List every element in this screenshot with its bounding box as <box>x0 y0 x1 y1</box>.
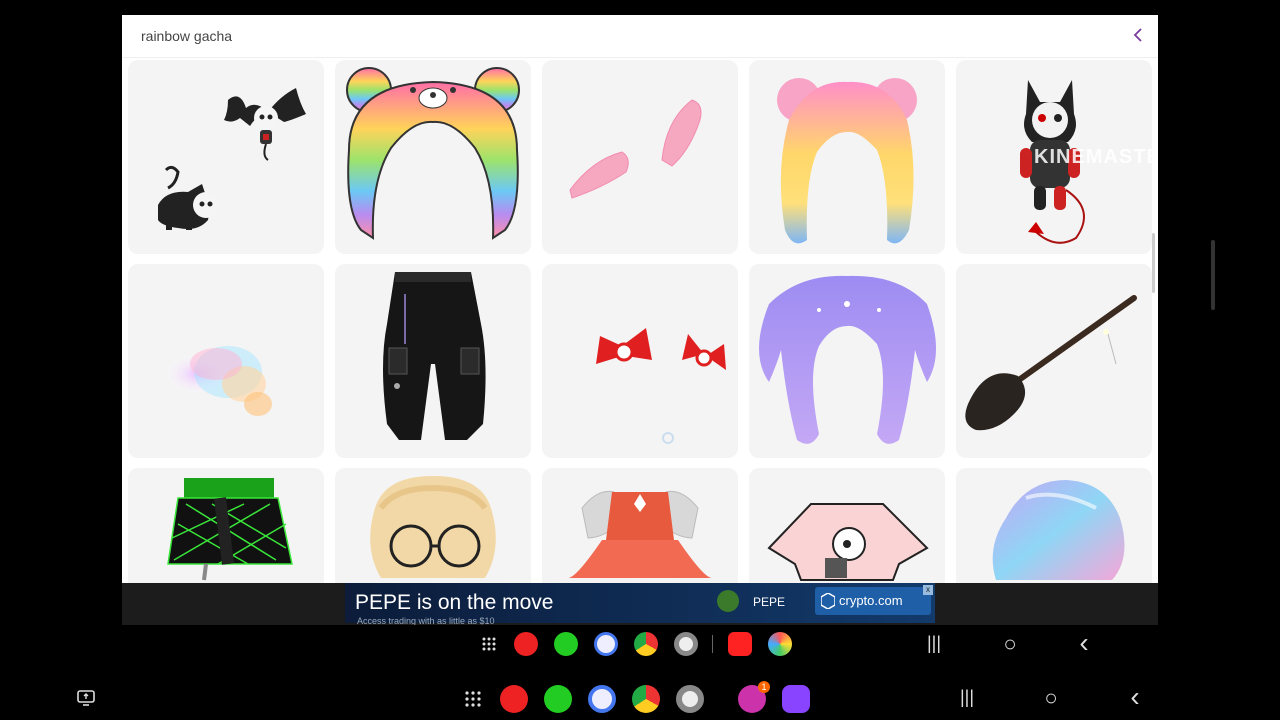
pepe-coin-icon <box>717 590 739 612</box>
back-button[interactable]: ‹ <box>1072 627 1096 659</box>
scrollbar-thumb[interactable] <box>1152 233 1155 293</box>
chevron-left-icon[interactable] <box>1128 25 1148 45</box>
search-query[interactable]: rainbow gacha <box>141 28 232 44</box>
taskbar-divider <box>712 635 713 653</box>
app-screen: rainbow gacha KINEMAST <box>122 15 1158 583</box>
ad-close-icon[interactable]: x <box>923 585 933 595</box>
ad-brand-button[interactable]: crypto.com <box>815 587 931 615</box>
chrome-app-icon[interactable] <box>634 632 658 656</box>
notes-app-icon[interactable] <box>500 685 528 713</box>
item-tile[interactable]: KINEMASTER <box>956 60 1152 254</box>
ad-title: PEPE is on the move <box>355 591 554 614</box>
ad-banner[interactable]: PEPE is on the move Access trading with … <box>122 583 1158 626</box>
messages-app-icon[interactable] <box>588 685 616 713</box>
watermark-text: KINEMASTER <box>1034 146 1152 168</box>
item-tile[interactable] <box>542 60 738 254</box>
camera-app-icon[interactable] <box>674 632 698 656</box>
app-drawer-icon[interactable] <box>465 691 481 707</box>
notes-app-icon[interactable] <box>514 632 538 656</box>
crypto-logo-icon <box>821 593 835 609</box>
ad-token-label: PEPE <box>753 595 786 609</box>
messages-app-icon[interactable] <box>594 632 618 656</box>
item-tile[interactable] <box>749 60 945 254</box>
item-tile[interactable] <box>335 264 531 458</box>
screen-share-icon[interactable] <box>77 689 95 707</box>
back-button[interactable]: ‹ <box>1123 681 1147 713</box>
home-button[interactable]: ○ <box>998 631 1022 657</box>
item-tile[interactable] <box>128 264 324 458</box>
recents-button[interactable]: ||| <box>955 687 979 708</box>
item-tile[interactable] <box>749 264 945 458</box>
app-drawer-icon[interactable] <box>482 637 496 651</box>
tablet-taskbar: ||| ○ ‹ <box>122 625 1158 663</box>
gacha-app-icon[interactable] <box>768 632 792 656</box>
item-tile[interactable] <box>128 60 324 254</box>
cat-pet <box>158 165 219 230</box>
notification-badge: 1 <box>758 681 770 693</box>
chrome-app-icon[interactable] <box>632 685 660 713</box>
picsart-app-icon[interactable] <box>782 685 810 713</box>
bat-pet <box>224 88 306 161</box>
item-tile[interactable] <box>335 60 531 254</box>
home-button[interactable]: ○ <box>1039 685 1063 711</box>
phone-navbar: 1 ||| ○ ‹ <box>65 677 1216 720</box>
phone-app-icon[interactable] <box>554 632 578 656</box>
edge-panel-handle[interactable] <box>1211 240 1215 310</box>
item-tile[interactable] <box>542 264 738 458</box>
item-tile[interactable] <box>956 468 1152 583</box>
ad-content[interactable]: PEPE is on the move Access trading with … <box>345 583 935 626</box>
camera-app-icon[interactable] <box>676 685 704 713</box>
item-tile[interactable] <box>749 468 945 583</box>
item-tile[interactable] <box>335 468 531 583</box>
item-tile[interactable] <box>956 264 1152 458</box>
phone-app-icon[interactable] <box>544 685 572 713</box>
item-tile[interactable] <box>128 468 324 583</box>
recents-button[interactable]: ||| <box>922 633 946 654</box>
item-tile[interactable] <box>542 468 738 583</box>
youtube-app-icon[interactable] <box>728 632 752 656</box>
ad-brand: crypto.com <box>839 593 903 608</box>
search-bar[interactable]: rainbow gacha <box>122 15 1158 58</box>
